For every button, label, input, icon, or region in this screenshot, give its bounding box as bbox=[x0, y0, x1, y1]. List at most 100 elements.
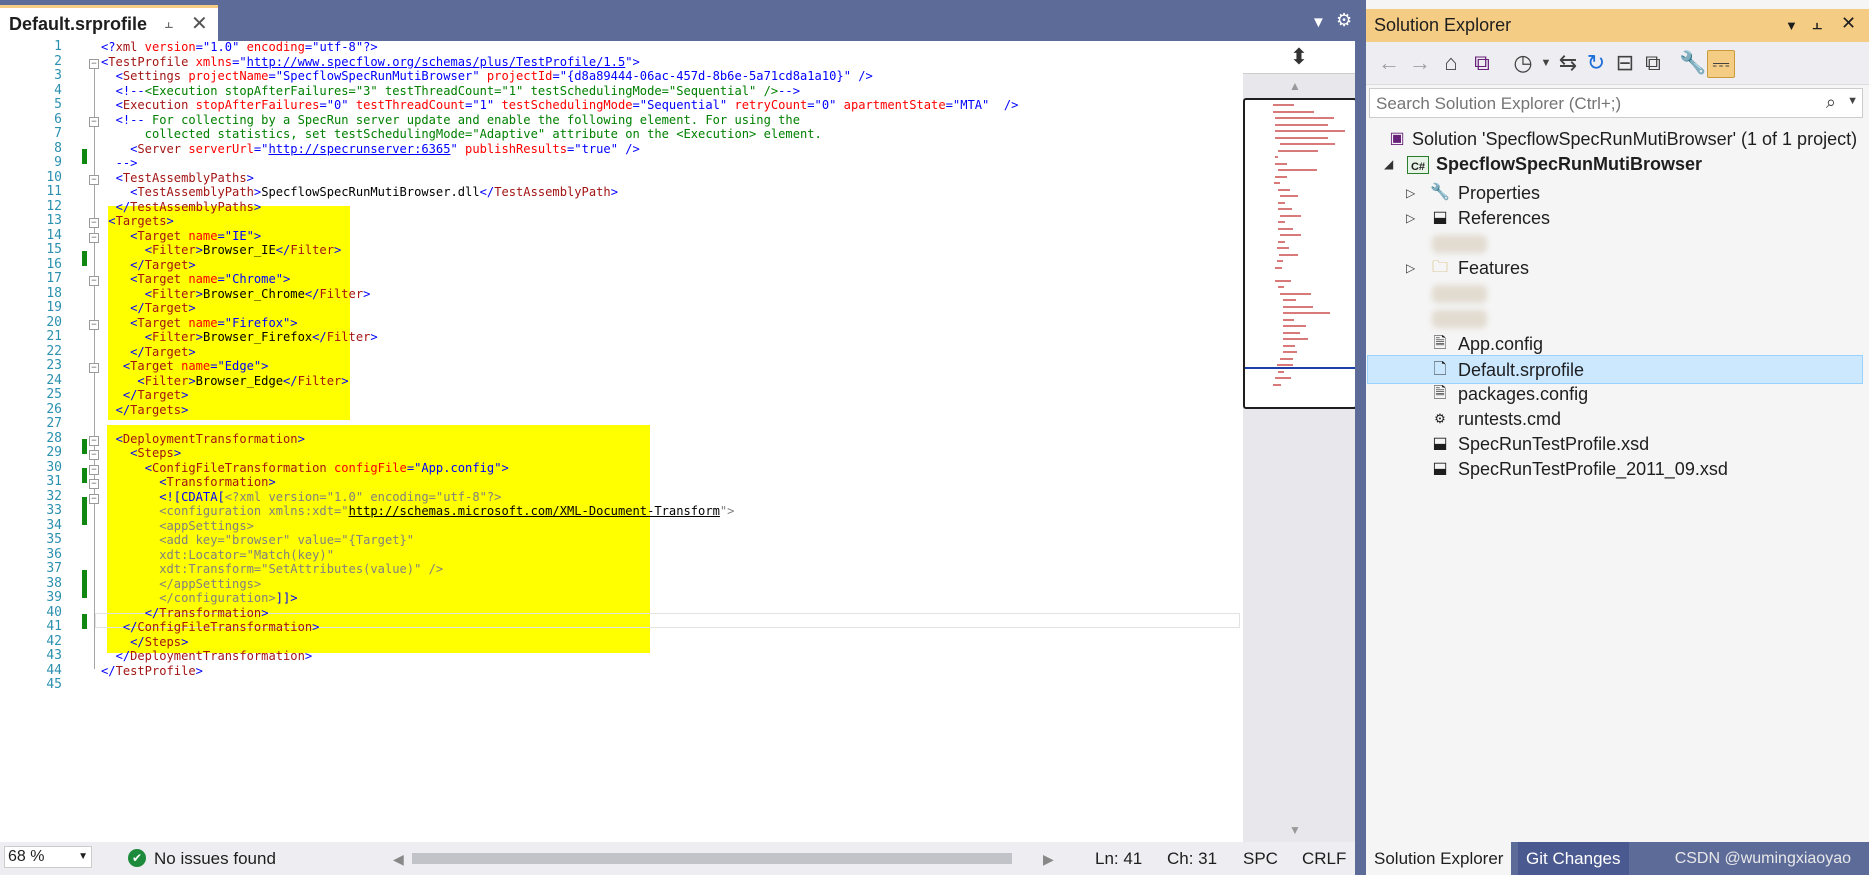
scroll-right-icon[interactable]: ▶ bbox=[1043, 851, 1054, 868]
pin-icon[interactable]: ⫠ bbox=[1812, 14, 1822, 34]
code-line[interactable]: <configuration xmlns:xdt="http://schemas… bbox=[101, 504, 734, 519]
fold-toggle-icon[interactable]: − bbox=[89, 58, 99, 69]
code-line[interactable]: <Filter>Browser_IE</Filter> bbox=[101, 243, 342, 258]
code-line[interactable]: </TestAssemblyPaths> bbox=[101, 200, 262, 215]
fold-toggle-icon[interactable]: − bbox=[89, 116, 99, 127]
fold-toggle-icon[interactable]: − bbox=[89, 464, 99, 475]
properties-wrench-icon[interactable]: 🔧 bbox=[1679, 50, 1706, 76]
code-line[interactable]: </ConfigFileTransformation> bbox=[101, 620, 320, 635]
code-line[interactable]: <Filter>Browser_Chrome</Filter> bbox=[101, 287, 371, 302]
code-line[interactable]: <!--<Execution stopAfterFailures="3" tes… bbox=[101, 84, 800, 99]
code-line[interactable]: collected statistics, set testScheduling… bbox=[101, 127, 822, 142]
search-input[interactable] bbox=[1374, 93, 1808, 115]
code-line[interactable]: <Execution stopAfterFailures="0" testThr… bbox=[101, 98, 1019, 113]
sync-icon[interactable]: ⇆ bbox=[1555, 50, 1581, 76]
preview-selected-icon[interactable]: ⎓ bbox=[1707, 50, 1735, 78]
tree-item-project[interactable]: ◢ C# SpecflowSpecRunMutiBrowser bbox=[1367, 150, 1863, 179]
panel-dropdown-icon[interactable]: ▼ bbox=[1785, 18, 1798, 33]
code-line[interactable]: --> bbox=[101, 156, 138, 171]
solution-search-box[interactable]: ⌕ ▼ bbox=[1369, 88, 1863, 118]
forward-icon[interactable]: → bbox=[1407, 50, 1433, 76]
fold-toggle-icon[interactable]: − bbox=[89, 232, 99, 243]
fold-toggle-icon[interactable]: − bbox=[89, 319, 99, 330]
code-line[interactable]: <Target name="Chrome"> bbox=[101, 272, 290, 287]
search-icon[interactable]: ⌕ bbox=[1826, 92, 1836, 113]
code-editor[interactable]: Default.srprofile ⫠ ✕ ▼ ⚙ − − − − − − − − − − − − − 1… bbox=[0, 0, 1355, 875]
code-line[interactable]: <!-- For collecting by a SpecRun server … bbox=[101, 113, 800, 128]
code-line[interactable]: <ConfigFileTransformation configFile="Ap… bbox=[101, 461, 509, 476]
code-line[interactable]: </Target> bbox=[101, 258, 196, 273]
back-icon[interactable]: ← bbox=[1376, 50, 1402, 76]
code-line[interactable]: </DeploymentTransformation> bbox=[101, 649, 313, 664]
line-ending-indicator[interactable]: CRLF bbox=[1302, 849, 1346, 869]
code-line[interactable]: </appSettings> bbox=[101, 577, 261, 592]
code-line[interactable]: </TestProfile> bbox=[101, 664, 203, 679]
code-line[interactable]: </Steps> bbox=[101, 635, 188, 650]
map-line bbox=[1282, 331, 1301, 334]
schema-file-icon: ⬓ bbox=[1432, 460, 1448, 477]
code-line[interactable]: <?xml version="1.0" encoding="utf-8"?> bbox=[101, 40, 378, 55]
fold-toggle-icon[interactable]: − bbox=[89, 218, 99, 228]
code-line[interactable]: </Transformation> bbox=[101, 606, 269, 621]
whitespace-indicator[interactable]: SPC bbox=[1243, 849, 1278, 869]
vertical-scrollbar-map[interactable]: ⬍ ▲ ▼ bbox=[1243, 41, 1355, 842]
code-line[interactable]: </Target> bbox=[101, 301, 196, 316]
code-line[interactable]: <Server serverUrl="http://specrunserver:… bbox=[101, 142, 640, 157]
fold-toggle-icon[interactable]: − bbox=[89, 174, 99, 185]
search-options-dropdown-icon[interactable]: ▼ bbox=[1847, 95, 1858, 107]
code-line[interactable]: <add key="browser" value="{Target}" bbox=[101, 533, 414, 548]
switch-views-icon[interactable]: ⧉ bbox=[1469, 50, 1495, 76]
overview-map-viewport[interactable] bbox=[1243, 98, 1355, 409]
tab-dropdown-icon[interactable]: ▼ bbox=[1311, 14, 1326, 31]
code-line[interactable]: xdt:Locator="Match(key)" bbox=[101, 548, 334, 563]
code-line[interactable]: </configuration>]]> bbox=[101, 591, 297, 606]
tree-item-xsd[interactable]: ⬓ SpecRunTestProfile_2011_09.xsd bbox=[1367, 455, 1863, 484]
code-line[interactable]: <TestProfile xmlns="http://www.specflow.… bbox=[101, 55, 640, 70]
scroll-left-icon[interactable]: ◀ bbox=[393, 851, 404, 868]
code-line[interactable]: </Target> bbox=[101, 388, 189, 403]
fold-toggle-icon[interactable]: − bbox=[89, 276, 99, 286]
issues-status[interactable]: No issues found bbox=[154, 849, 276, 869]
code-line[interactable]: <TestAssemblyPath>SpecflowSpecRunMutiBro… bbox=[101, 185, 618, 200]
split-editor-icon[interactable]: ⬍ bbox=[1243, 41, 1355, 74]
code-line[interactable]: xdt:Transform="SetAttributes(value)" /> bbox=[101, 562, 443, 577]
code-line[interactable]: </Targets> bbox=[101, 403, 189, 418]
code-line[interactable]: <Target name="Firefox"> bbox=[101, 316, 297, 331]
document-tab[interactable]: Default.srprofile ⫠ ✕ bbox=[0, 5, 218, 41]
fold-toggle-icon[interactable]: − bbox=[89, 493, 99, 504]
tab-solution-explorer[interactable]: Solution Explorer bbox=[1366, 842, 1512, 875]
tab-git-changes[interactable]: Git Changes bbox=[1518, 842, 1629, 875]
code-line[interactable]: <Filter>Browser_Firefox</Filter> bbox=[101, 330, 378, 345]
zoom-dropdown[interactable]: 68 % ▼ bbox=[4, 846, 92, 868]
refresh-icon[interactable]: ↻ bbox=[1583, 50, 1609, 76]
horizontal-scroll-thumb[interactable] bbox=[412, 853, 1012, 864]
fold-toggle-icon[interactable]: − bbox=[89, 479, 99, 489]
code-line[interactable]: <TestAssemblyPaths> bbox=[101, 171, 254, 186]
code-line[interactable]: <Settings projectName="SpecflowSpecRunMu… bbox=[101, 69, 873, 84]
collapse-all-icon[interactable]: ⊟ bbox=[1612, 50, 1638, 76]
close-icon[interactable]: ✕ bbox=[191, 11, 208, 36]
tree-item-blurred[interactable] bbox=[1367, 304, 1863, 333]
code-line[interactable]: <appSettings> bbox=[101, 519, 254, 534]
code-line[interactable]: <Targets> bbox=[101, 214, 174, 229]
fold-toggle-icon[interactable]: − bbox=[89, 363, 99, 373]
expanded-arrow-icon[interactable]: ◢ bbox=[1384, 150, 1393, 179]
gear-icon[interactable]: ⚙ bbox=[1336, 10, 1352, 31]
home-icon[interactable]: ⌂ bbox=[1438, 50, 1464, 76]
fold-toggle-icon[interactable]: − bbox=[89, 435, 99, 446]
code-line[interactable]: <Target name="Edge"> bbox=[101, 359, 269, 374]
code-line[interactable]: <Filter>Browser_Edge</Filter> bbox=[101, 374, 348, 389]
scroll-up-icon[interactable]: ▲ bbox=[1289, 79, 1301, 93]
fold-toggle-icon[interactable]: − bbox=[89, 450, 99, 460]
code-line[interactable]: <Steps> bbox=[101, 446, 181, 461]
code-line[interactable]: <DeploymentTransformation> bbox=[101, 432, 305, 447]
scroll-down-icon[interactable]: ▼ bbox=[1289, 823, 1301, 837]
code-line[interactable]: <![CDATA[<?xml version="1.0" encoding="u… bbox=[101, 490, 501, 505]
close-icon[interactable]: ✕ bbox=[1841, 13, 1856, 34]
show-all-files-icon[interactable]: ⧉ bbox=[1640, 50, 1666, 76]
code-line[interactable]: <Target name="IE"> bbox=[101, 229, 261, 244]
code-area[interactable]: − − − − − − − − − − − − − 1 <?xml version="1.0" encodi… bbox=[0, 39, 1243, 842]
code-line[interactable]: <Transformation> bbox=[101, 475, 276, 490]
code-line[interactable]: </Target> bbox=[101, 345, 196, 360]
pin-icon[interactable]: ⫠ bbox=[164, 15, 173, 32]
